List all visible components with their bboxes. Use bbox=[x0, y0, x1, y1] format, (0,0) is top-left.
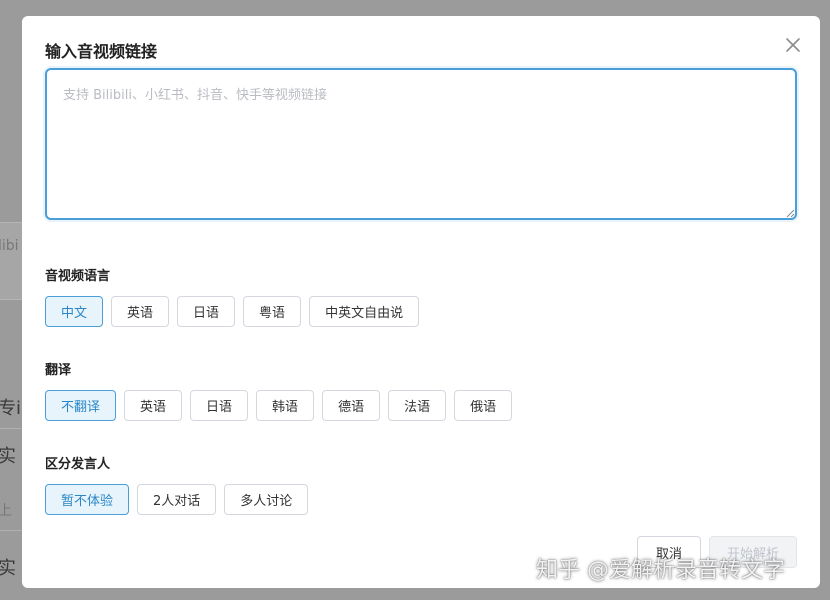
language-option-mixed[interactable]: 中英文自由说 bbox=[309, 296, 420, 327]
background-input-strip bbox=[0, 222, 22, 300]
close-button[interactable] bbox=[784, 36, 802, 54]
speaker-option-two-person[interactable]: 2人对话 bbox=[137, 484, 217, 515]
language-section-label: 音视频语言 bbox=[45, 269, 111, 284]
cancel-button[interactable]: 取消 bbox=[637, 536, 701, 568]
background-divider bbox=[0, 530, 22, 531]
background-fragment: 实 bbox=[0, 446, 16, 467]
dialog-title: 输入音视频链接 bbox=[45, 42, 158, 61]
language-options: 中文 英语 日语 粤语 中英文自由说 bbox=[45, 296, 420, 327]
language-option-japanese[interactable]: 日语 bbox=[177, 296, 236, 327]
background-fragment: 专i bbox=[0, 398, 22, 419]
speaker-options: 暂不体验 2人对话 多人讨论 bbox=[45, 484, 309, 515]
translate-option-german[interactable]: 德语 bbox=[322, 390, 381, 421]
translate-option-none[interactable]: 不翻译 bbox=[45, 390, 117, 421]
background-fragment: libi bbox=[0, 238, 19, 254]
background-fragment: 上 bbox=[0, 503, 12, 519]
translate-option-english[interactable]: 英语 bbox=[124, 390, 183, 421]
start-parse-button[interactable]: 开始解析 bbox=[709, 536, 797, 568]
translate-option-russian[interactable]: 俄语 bbox=[454, 390, 513, 421]
resize-grip-icon[interactable] bbox=[786, 209, 795, 218]
translate-section-label: 翻译 bbox=[45, 363, 72, 378]
language-option-cantonese[interactable]: 粤语 bbox=[243, 296, 302, 327]
translate-option-french[interactable]: 法语 bbox=[388, 390, 447, 421]
speaker-option-skip[interactable]: 暂不体验 bbox=[45, 484, 130, 515]
translate-option-korean[interactable]: 韩语 bbox=[256, 390, 315, 421]
background-fragment: 实 bbox=[0, 558, 16, 579]
translate-options: 不翻译 英语 日语 韩语 德语 法语 俄语 bbox=[45, 390, 513, 421]
speaker-option-multi-person[interactable]: 多人讨论 bbox=[224, 484, 309, 515]
speaker-section-label: 区分发言人 bbox=[45, 457, 111, 472]
language-option-chinese[interactable]: 中文 bbox=[45, 296, 104, 327]
link-input-dialog: 输入音视频链接 音视频语言 中文 英语 日语 粤语 中英文自由说 翻译 不翻译 … bbox=[22, 16, 820, 588]
close-icon bbox=[786, 38, 800, 52]
background-divider bbox=[0, 428, 22, 429]
translate-option-japanese[interactable]: 日语 bbox=[190, 390, 249, 421]
video-link-input[interactable] bbox=[45, 68, 797, 220]
language-option-english[interactable]: 英语 bbox=[111, 296, 170, 327]
